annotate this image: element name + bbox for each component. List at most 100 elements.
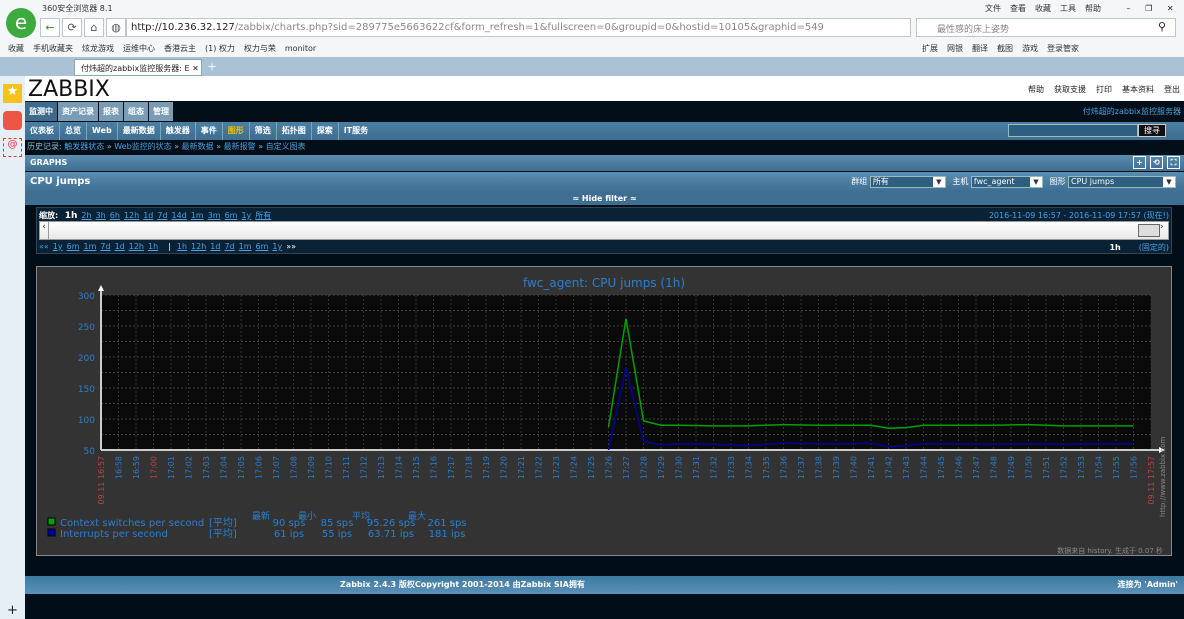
nav-back-option[interactable]: 1h [148,242,158,251]
nav-back-option[interactable]: 1d [115,242,125,251]
tool-item[interactable]: 登录管家 [1047,43,1079,54]
bookmark[interactable]: 运维中心 [123,43,155,54]
fullscreen-icon[interactable]: ⛶ [1167,156,1180,169]
zoom-option[interactable]: 2h [81,211,91,220]
submenu-overview[interactable]: 总览 [60,122,87,140]
submenu-screens[interactable]: 筛选 [250,122,277,140]
bookmark[interactable]: 收藏 [8,43,24,54]
add-favorite-icon[interactable]: + [1133,156,1146,169]
zoom-option[interactable]: 6m [225,211,238,220]
submenu-discovery[interactable]: 探索 [312,122,339,140]
nav-forward-option[interactable]: 1m [239,242,252,251]
zoom-option[interactable]: 12h [124,211,139,220]
nav-forward-option[interactable]: 7d [224,242,234,251]
submenu-maps[interactable]: 拓扑图 [277,122,312,140]
submenu-events[interactable]: 事件 [196,122,223,140]
zoom-option[interactable]: 6h [110,211,120,220]
menu-tools[interactable]: 工具 [1060,3,1076,14]
history-link[interactable]: 触发器状态 [64,142,104,151]
menu-monitoring[interactable]: 监测中 [25,102,57,121]
zoom-option[interactable]: 7d [157,211,167,220]
history-link[interactable]: Web监控的状态 [114,142,171,151]
submenu-graphs[interactable]: 图形 [223,122,250,140]
home-button[interactable]: ⌂ [84,18,104,37]
history-link[interactable]: 最新报警 [224,142,256,151]
host-select[interactable]: fwc_agent ▼ [970,175,1043,188]
link-profile[interactable]: 基本资料 [1122,85,1154,94]
bookmark[interactable]: monitor [285,44,316,53]
group-select[interactable]: 所有 ▼ [869,175,946,188]
address-bar[interactable]: http://10.236.32.127/zabbix/charts.php?s… [126,18,911,37]
scroll-right-button[interactable]: › [1160,222,1168,239]
submenu-latest-data[interactable]: 最新数据 [118,122,161,140]
tool-item[interactable]: 扩展 [922,43,938,54]
timeline-scrollbar[interactable]: ‹ › [39,221,1169,240]
menu-configuration[interactable]: 组态 [124,102,148,121]
submenu-dashboard[interactable]: 仪表板 [25,122,60,140]
nav-forward-option[interactable]: 1y [272,242,282,251]
bookmark[interactable]: 权力与荣 [244,43,276,54]
link-help[interactable]: 帮助 [1028,85,1044,94]
nav-forward-option[interactable]: 12h [191,242,206,251]
zoom-option[interactable]: 1y [241,211,251,220]
mail-icon[interactable]: @ [3,138,22,157]
add-icon[interactable]: + [7,603,18,618]
refresh-button[interactable]: ⟳ [62,18,82,37]
weibo-icon[interactable] [3,111,22,130]
zoom-option[interactable]: 所有 [255,211,271,220]
submenu-it-services[interactable]: IT服务 [339,122,373,140]
zoom-option[interactable]: 14d [172,211,187,220]
browser-tab[interactable]: 付炜超的zabbix监控服务器: E ✕ [74,59,202,76]
menu-reports[interactable]: 报表 [99,102,123,121]
nav-back-option[interactable]: 1y [53,242,63,251]
nav-forward-option[interactable]: 1d [210,242,220,251]
bookmark[interactable]: 手机收藏夹 [33,43,73,54]
nav-forward-icon[interactable]: »» [286,242,296,251]
zoom-option[interactable]: 1d [143,211,153,220]
search-icon[interactable]: ⚲ [1158,20,1166,33]
link-support[interactable]: 获取支援 [1054,85,1086,94]
graph-select[interactable]: CPU jumps ▼ [1068,175,1176,188]
tool-item[interactable]: 翻译 [972,43,988,54]
menu-help[interactable]: 帮助 [1085,3,1101,14]
fixed-toggle[interactable]: (固定的) [1139,243,1169,252]
nav-back-option[interactable]: 6m [67,242,80,251]
menu-administration[interactable]: 管理 [149,102,173,121]
scroll-left-button[interactable]: ‹ [40,222,49,239]
search-input[interactable] [1008,124,1138,137]
nav-forward-option[interactable]: 1h [177,242,187,251]
submenu-web[interactable]: Web [87,122,118,140]
new-tab-button[interactable]: + [205,60,219,74]
nav-back-option[interactable]: 7d [100,242,110,251]
nav-back-icon[interactable]: «« [39,242,49,251]
submenu-triggers[interactable]: 触发器 [161,122,196,140]
search-box[interactable]: 最性感的床上姿势 [916,18,1176,37]
zoom-option[interactable]: 1m [191,211,204,220]
tool-item[interactable]: 截图 [997,43,1013,54]
tool-item[interactable]: 游戏 [1022,43,1038,54]
history-link[interactable]: 最新数据 [182,142,214,151]
restore-button[interactable]: ❐ [1145,4,1152,13]
menu-view[interactable]: 查看 [1010,3,1026,14]
zoom-option[interactable]: 3h [96,211,106,220]
link-logout[interactable]: 登出 [1164,85,1180,94]
nav-forward-option[interactable]: 6m [256,242,269,251]
tool-item[interactable]: 网银 [947,43,963,54]
history-link[interactable]: 自定义图表 [266,142,306,151]
nav-back-option[interactable]: 12h [129,242,144,251]
scrollbar-thumb[interactable] [1138,224,1160,237]
back-button[interactable]: ← [40,18,60,37]
zoom-option[interactable]: 3m [208,211,221,220]
link-print[interactable]: 打印 [1096,85,1112,94]
refresh-icon[interactable]: ⟲ [1150,156,1163,169]
bookmark[interactable]: (1) 权力 [205,43,235,54]
minimize-button[interactable]: – [1127,4,1131,13]
close-tab-icon[interactable]: ✕ [192,64,199,73]
menu-inventory[interactable]: 资产记录 [58,102,98,121]
nav-back-option[interactable]: 1m [84,242,97,251]
star-icon[interactable]: ★ [3,84,22,103]
hide-filter-toggle[interactable]: ≈ Hide filter ≈ [25,192,1184,205]
search-button[interactable]: 搜寻 [1138,124,1166,137]
menu-favorites[interactable]: 收藏 [1035,3,1051,14]
bookmark[interactable]: 炫龙游戏 [82,43,114,54]
